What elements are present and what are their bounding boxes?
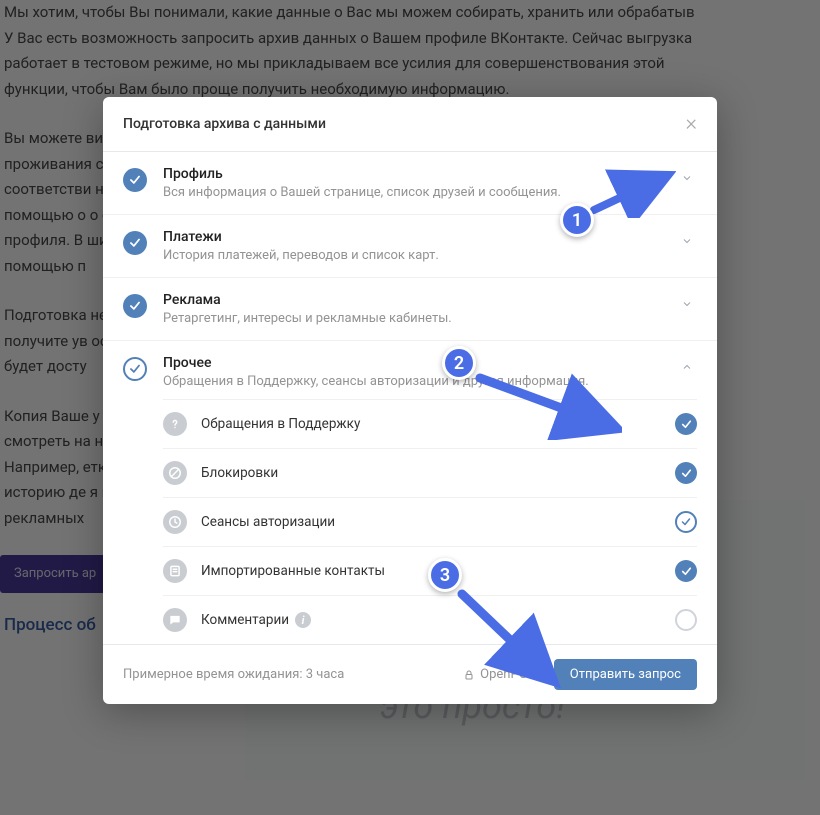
check-icon (123, 168, 147, 192)
toggle-check[interactable] (675, 462, 697, 484)
annotation-badge-3: 3 (428, 558, 462, 592)
chevron-down-icon (677, 172, 697, 184)
toggle-check[interactable] (675, 511, 697, 533)
modal-footer: Примерное время ожидания: 3 часа OpenPGP… (103, 644, 717, 704)
sub-item-sessions[interactable]: Сеансы авторизации (163, 497, 697, 546)
check-icon (123, 357, 147, 381)
section-other[interactable]: Прочее Обращения в Поддержку, сеансы авт… (103, 341, 717, 399)
sub-label: Комментарии i (201, 612, 675, 628)
close-icon[interactable]: × (685, 113, 697, 135)
sub-label-text: Комментарии (201, 612, 289, 628)
sub-item-blocks[interactable]: Блокировки (163, 448, 697, 497)
contacts-icon (163, 559, 187, 583)
sub-label: Блокировки (201, 465, 675, 481)
modal-title: Подготовка архива с данными (123, 116, 326, 132)
section-desc: Ретаргетинг, интересы и рекламные кабине… (163, 311, 677, 326)
toggle-check[interactable] (675, 560, 697, 582)
chevron-down-icon (677, 235, 697, 247)
annotation-arrow-3 (452, 588, 562, 688)
chevron-down-icon (677, 298, 697, 310)
section-title: Реклама (163, 292, 677, 308)
toggle-check[interactable] (675, 609, 697, 631)
section-payments[interactable]: Платежи История платежей, переводов и сп… (103, 215, 717, 278)
section-other-sublist: Обращения в Поддержку Блокировки Сеансы … (103, 399, 717, 644)
annotation-arrow-2 (472, 370, 622, 440)
annotation-badge-1: 1 (560, 203, 594, 237)
check-icon (123, 294, 147, 318)
annotation-badge-2: 2 (442, 346, 476, 380)
comment-icon (163, 608, 187, 632)
check-icon (123, 231, 147, 255)
section-ads[interactable]: Реклама Ретаргетинг, интересы и рекламны… (103, 278, 717, 341)
sub-item-comments[interactable]: Комментарии i (163, 595, 697, 644)
info-icon[interactable]: i (295, 612, 311, 628)
wait-time-text: Примерное время ожидания: 3 часа (123, 667, 445, 682)
sub-label: Сеансы авторизации (201, 514, 675, 530)
annotation-arrow-1 (586, 168, 676, 218)
modal-header: Подготовка архива с данными × (103, 97, 717, 152)
block-icon (163, 461, 187, 485)
section-title: Платежи (163, 229, 677, 245)
question-icon (163, 412, 187, 436)
section-title: Прочее (163, 355, 677, 371)
toggle-check[interactable] (675, 413, 697, 435)
chevron-up-icon (677, 361, 697, 373)
submit-button[interactable]: Отправить запрос (554, 659, 697, 690)
section-desc: История платежей, переводов и список кар… (163, 248, 677, 263)
clock-icon (163, 510, 187, 534)
